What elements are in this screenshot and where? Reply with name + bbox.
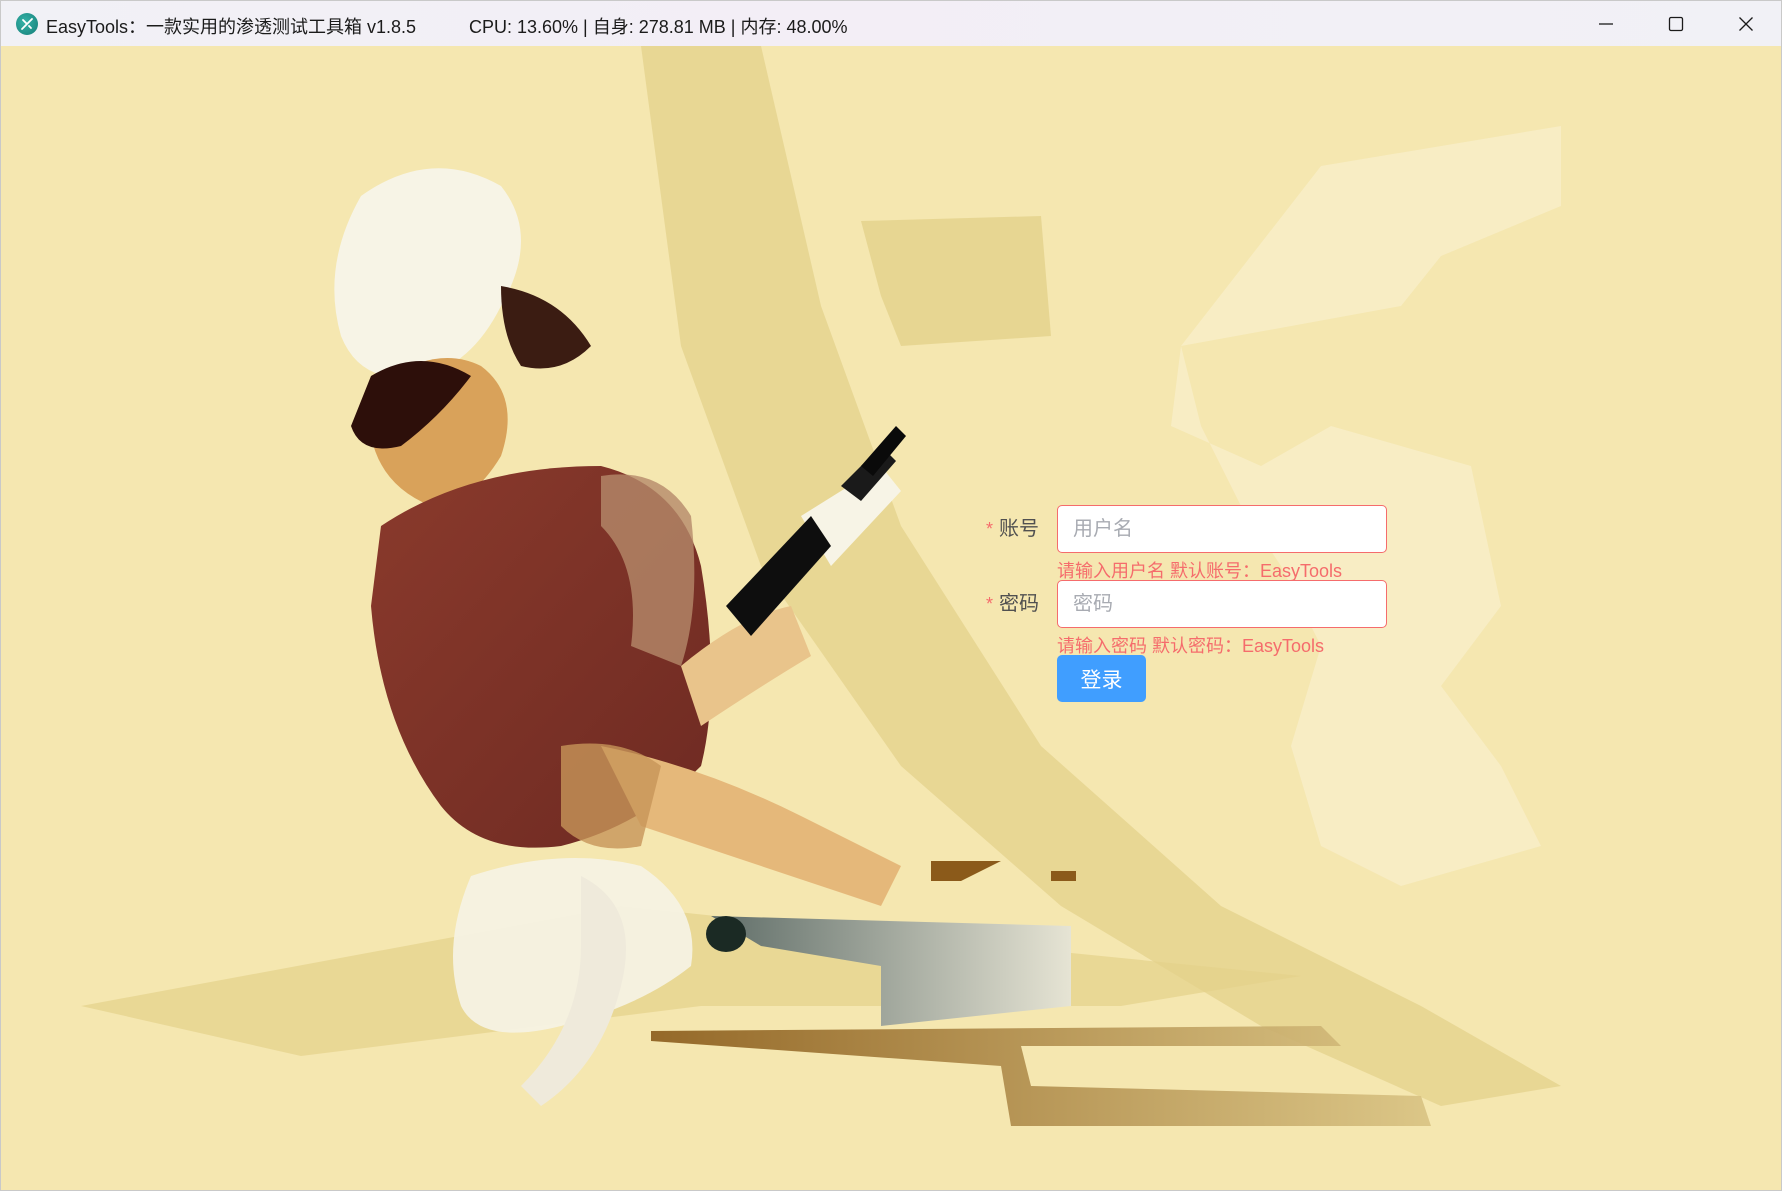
required-mark: * <box>985 519 993 539</box>
close-icon <box>1739 16 1753 31</box>
app-logo-icon <box>16 13 38 35</box>
background-illustration <box>81 46 1561 1126</box>
minimize-button[interactable] <box>1571 1 1641 46</box>
maximize-button[interactable] <box>1641 1 1711 46</box>
username-input[interactable] <box>1058 506 1386 552</box>
account-label-text: 账号 <box>999 518 1039 540</box>
window-title: EasyTools：一款实用的渗透测试工具箱 v1.8.5 <box>46 17 417 37</box>
password-input[interactable] <box>1058 581 1386 627</box>
password-label-text: 密码 <box>999 593 1039 615</box>
close-button[interactable] <box>1711 1 1781 46</box>
account-label: * 账号 <box>971 505 1039 553</box>
password-field[interactable] <box>1057 580 1387 628</box>
account-field[interactable] <box>1057 505 1387 553</box>
password-label: * 密码 <box>971 580 1039 628</box>
app-window: EasyTools：一款实用的渗透测试工具箱 v1.8.5 CPU: 13.60… <box>0 0 1782 1191</box>
login-button[interactable]: 登录 <box>1057 655 1146 702</box>
minimize-icon <box>1599 22 1613 25</box>
required-mark: * <box>985 594 993 614</box>
system-stats: CPU: 13.60% | 自身: 278.81 MB | 内存: 48.00% <box>469 17 848 37</box>
title-bar[interactable]: EasyTools：一款实用的渗透测试工具箱 v1.8.5 CPU: 13.60… <box>1 1 1781 46</box>
maximize-icon <box>1668 16 1684 31</box>
